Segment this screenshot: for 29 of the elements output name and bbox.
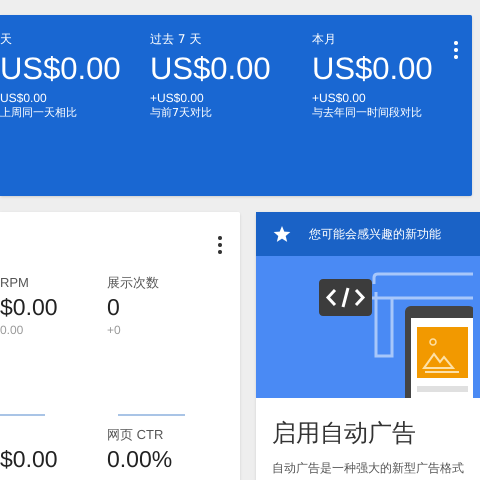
metric-value: $0.00	[0, 445, 59, 474]
earnings-amount: US$0.00	[150, 50, 272, 88]
earnings-change: +US$0.00	[150, 91, 205, 105]
comparison-text: 上周同一天相比	[0, 105, 78, 120]
earnings-change: +US$0.00	[312, 91, 367, 105]
more-options-button[interactable]	[452, 41, 460, 59]
period-label: 天	[0, 31, 13, 47]
comparison-text: 与前7天对比	[150, 105, 213, 120]
star-icon	[273, 226, 291, 242]
period-label: 过去 7 天	[150, 31, 202, 47]
metric-label: 网页 CTR	[107, 426, 164, 444]
sparkline	[0, 414, 45, 416]
comparison-text: 与去年同一时间段对比	[312, 105, 423, 120]
sparkline	[118, 414, 185, 416]
feature-title: 启用自动广告	[272, 418, 417, 448]
earnings-amount: US$0.00	[0, 50, 122, 88]
metric-change: 0.00	[0, 322, 24, 338]
metric-label: RPM	[0, 274, 30, 292]
metric-value: $0.00	[0, 293, 59, 322]
period-label: 本月	[312, 31, 337, 47]
metric-value: 0.00%	[107, 445, 174, 474]
metric-label: 展示次数	[107, 274, 160, 292]
feature-description: 自动广告是一种强大的新型广告格式	[272, 460, 464, 476]
header-text: 您可能会感兴趣的新功能	[309, 226, 441, 243]
metric-change: +0	[107, 322, 122, 338]
earnings-change: US$0.00	[0, 91, 48, 105]
metric-value: 0	[107, 293, 121, 322]
earnings-amount: US$0.00	[312, 50, 434, 88]
more-options-button[interactable]	[216, 236, 224, 254]
